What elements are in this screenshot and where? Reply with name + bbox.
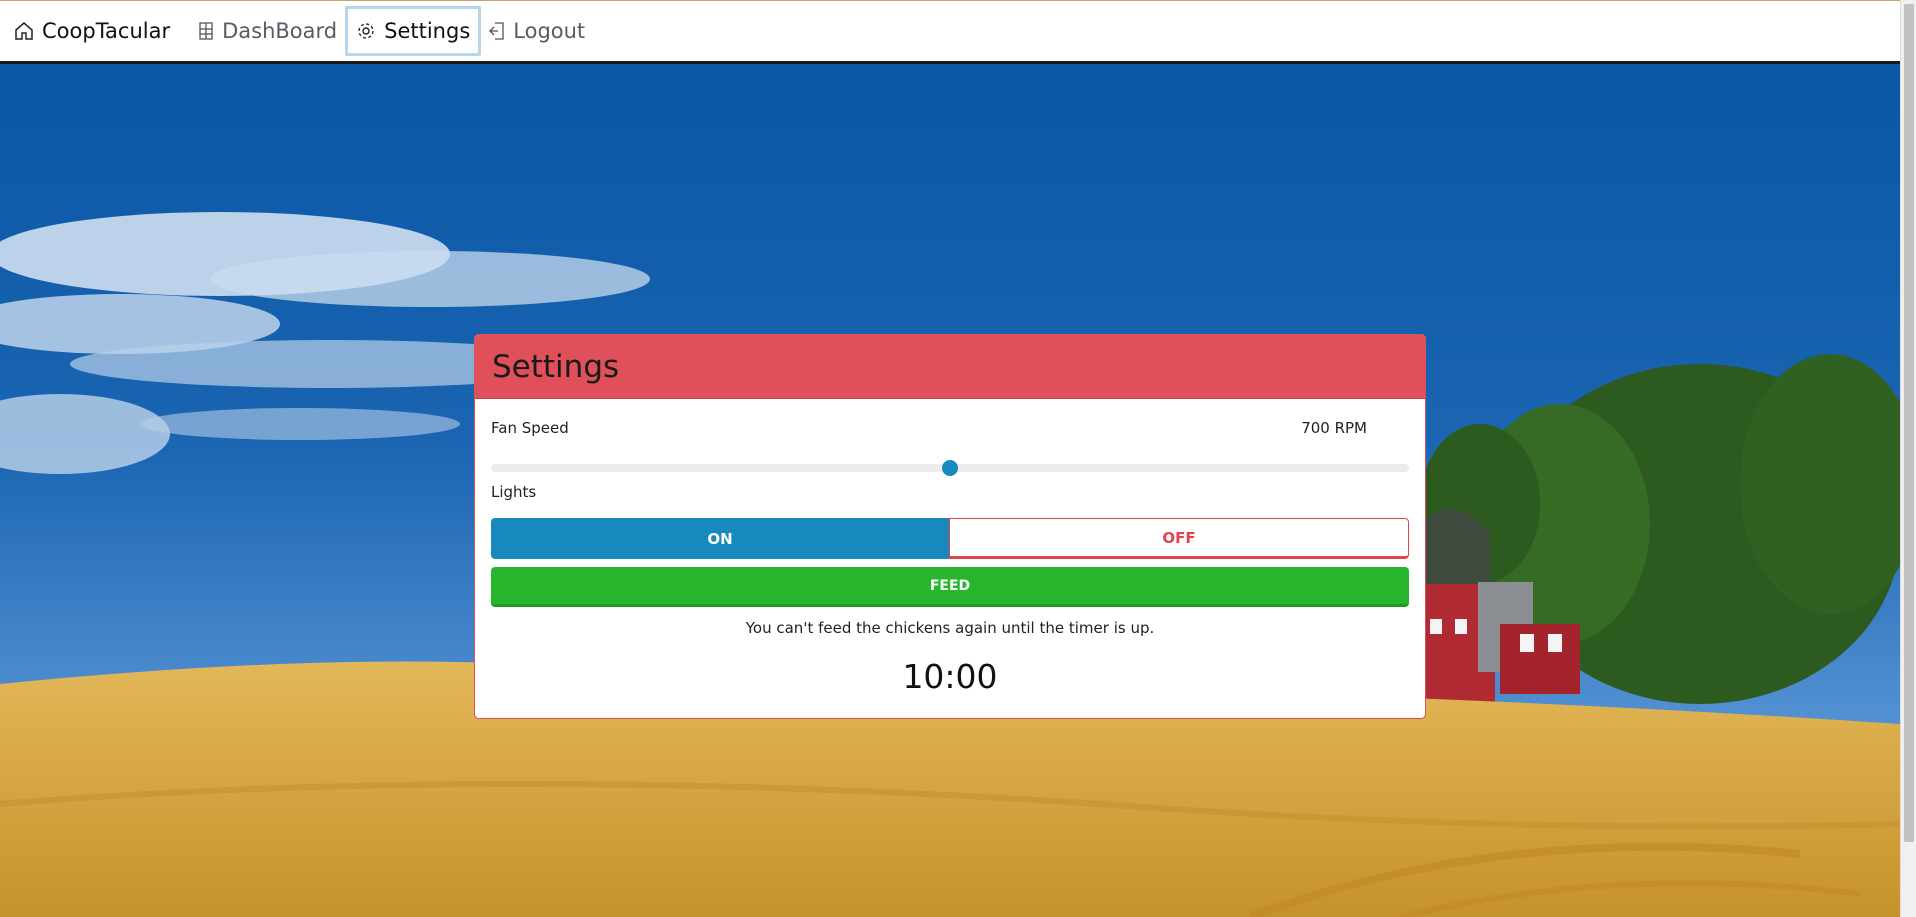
page-scrollbar-thumb[interactable]	[1904, 4, 1914, 842]
settings-card-header: Settings	[475, 335, 1425, 399]
fan-speed-slider-thumb[interactable]	[942, 460, 958, 476]
settings-card-body: Fan Speed 700 RPM Lights ON OFF FEED You…	[475, 399, 1425, 718]
fan-speed-value: 700 RPM	[1301, 419, 1367, 437]
lights-on-button[interactable]: ON	[491, 518, 949, 559]
feed-timer: 10:00	[902, 657, 998, 696]
lights-label: Lights	[491, 483, 537, 501]
settings-title: Settings	[492, 348, 620, 385]
lights-off-button[interactable]: OFF	[949, 518, 1409, 559]
fan-speed-slider[interactable]	[491, 460, 1409, 476]
lights-toggle: ON OFF	[491, 518, 1409, 559]
nav-settings-link[interactable]: Settings	[345, 6, 482, 56]
feed-timer-notice: You can't feed the chickens again until …	[745, 619, 1155, 637]
nav-dashboard-link[interactable]: DashBoard	[190, 6, 345, 56]
page-scrollbar[interactable]	[1900, 0, 1916, 917]
home-icon	[15, 22, 33, 40]
settings-label: Settings	[384, 19, 471, 43]
top-navbar: CoopTacular DashBoard Settings Logout	[0, 0, 1900, 64]
fan-speed-row: Fan Speed 700 RPM	[491, 419, 1409, 437]
grid-icon	[199, 22, 213, 40]
settings-card: Settings Fan Speed 700 RPM Lights ON OFF…	[474, 334, 1426, 719]
fan-speed-label: Fan Speed	[491, 419, 569, 437]
dashboard-label: DashBoard	[222, 19, 338, 43]
nav-brand-link[interactable]: CoopTacular	[6, 6, 178, 56]
gear-icon	[358, 23, 374, 39]
brand-label: CoopTacular	[42, 19, 171, 43]
feed-button[interactable]: FEED	[491, 567, 1409, 607]
logout-label: Logout	[513, 19, 586, 43]
logout-icon	[489, 22, 504, 40]
nav-logout-link[interactable]: Logout	[481, 6, 593, 56]
